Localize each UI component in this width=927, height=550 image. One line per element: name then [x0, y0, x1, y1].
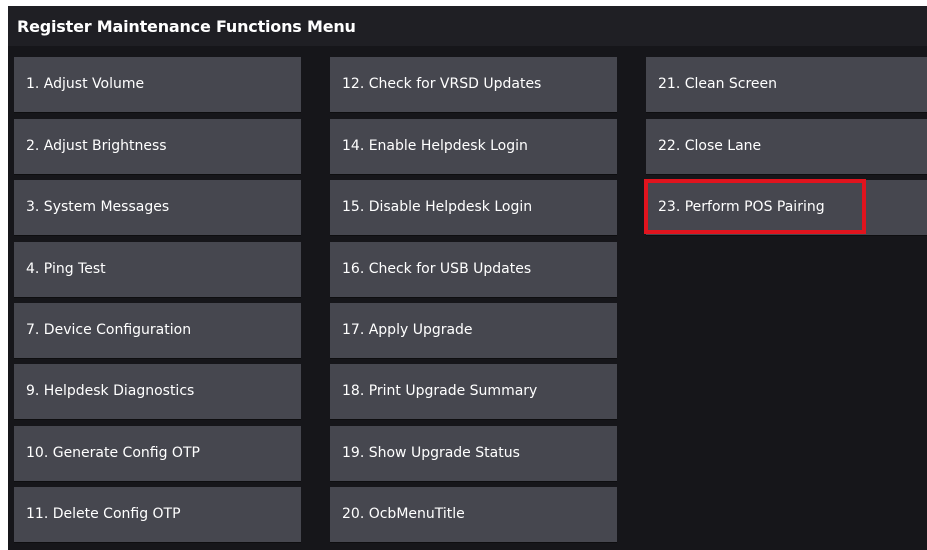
- print-upgrade-summary-button[interactable]: 18. Print Upgrade Summary: [330, 364, 617, 419]
- check-vrsd-updates-button[interactable]: 12. Check for VRSD Updates: [330, 57, 617, 112]
- show-upgrade-status-button[interactable]: 19. Show Upgrade Status: [330, 426, 617, 481]
- disable-helpdesk-login-button[interactable]: 15. Disable Helpdesk Login: [330, 180, 617, 235]
- close-lane-button[interactable]: 22. Close Lane: [646, 119, 927, 174]
- generate-config-otp-button[interactable]: 10. Generate Config OTP: [14, 426, 301, 481]
- helpdesk-diagnostics-button[interactable]: 9. Helpdesk Diagnostics: [14, 364, 301, 419]
- system-messages-button[interactable]: 3. System Messages: [14, 180, 301, 235]
- page-title: Register Maintenance Functions Menu: [17, 17, 356, 36]
- ocb-menu-title-button[interactable]: 20. OcbMenuTitle: [330, 487, 617, 542]
- ping-test-button[interactable]: 4. Ping Test: [14, 242, 301, 297]
- device-configuration-button[interactable]: 7. Device Configuration: [14, 303, 301, 358]
- enable-helpdesk-login-button[interactable]: 14. Enable Helpdesk Login: [330, 119, 617, 174]
- maintenance-screen: Register Maintenance Functions Menu 1. A…: [8, 6, 927, 550]
- clean-screen-button[interactable]: 21. Clean Screen: [646, 57, 927, 112]
- adjust-brightness-button[interactable]: 2. Adjust Brightness: [14, 119, 301, 174]
- title-bar: Register Maintenance Functions Menu: [8, 6, 927, 46]
- apply-upgrade-button[interactable]: 17. Apply Upgrade: [330, 303, 617, 358]
- perform-pos-pairing-button[interactable]: 23. Perform POS Pairing: [646, 180, 927, 235]
- adjust-volume-button[interactable]: 1. Adjust Volume: [14, 57, 301, 112]
- check-usb-updates-button[interactable]: 16. Check for USB Updates: [330, 242, 617, 297]
- delete-config-otp-button[interactable]: 11. Delete Config OTP: [14, 487, 301, 542]
